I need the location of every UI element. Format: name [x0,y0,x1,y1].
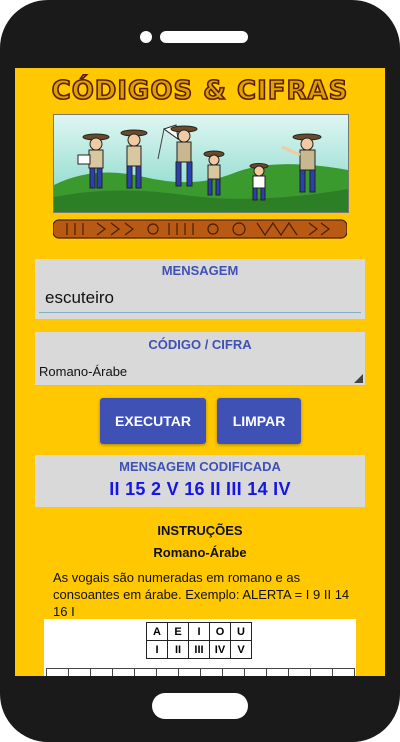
camera-dot [140,31,152,43]
code-panel: CÓDIGO / CIFRA Romano-Árabe [35,332,365,386]
code-select-value: Romano-Árabe [39,364,128,379]
result-panel: MENSAGEM CODIFICADA II 15 2 V 16 II III … [35,455,365,507]
roman-cell: III [188,640,210,659]
instructions-text: As vogais são numeradas em romano e as c… [53,570,350,619]
speaker-grille [160,31,248,43]
vowel-cell: I [188,622,210,641]
code-select[interactable]: Romano-Árabe [35,358,365,386]
banner-image [53,114,349,213]
execute-button[interactable]: EXECUTAR [100,398,206,444]
phone-frame: CÓDIGOS & CIFRAS MENSAGEM escuteiro CÓDI… [0,0,400,742]
message-panel: MENSAGEM [35,259,365,319]
app-title: CÓDIGOS & CIFRAS [51,75,349,107]
code-label: CÓDIGO / CIFRA [148,337,252,352]
vowel-cell: E [167,622,189,641]
result-label: MENSAGEM CODIFICADA [119,459,281,474]
vowel-cell: A [146,622,168,641]
message-label: MENSAGEM [161,263,239,278]
home-button[interactable] [152,693,248,719]
consonant-table-partial [46,668,355,676]
roman-cell: II [167,640,189,659]
instructions-subtitle: Romano-Árabe [153,545,247,560]
roman-cell: IV [209,640,231,659]
message-input[interactable] [39,283,361,313]
roman-cell: I [146,640,168,659]
clear-button[interactable]: LIMPAR [217,398,301,444]
instructions-title: INSTRUÇÕES [157,523,243,538]
totem-image [53,219,347,239]
vowel-cell: O [209,622,231,641]
cipher-table-area: A E I O U I II III IV V [44,619,356,676]
app-screen: CÓDIGOS & CIFRAS MENSAGEM escuteiro CÓDI… [15,68,385,676]
roman-cell: V [230,640,252,659]
encoded-message: II 15 2 V 16 II III 14 IV [109,479,291,499]
dropdown-arrow-icon [354,374,363,383]
vowel-cell: U [230,622,252,641]
vowel-table: A E I O U I II III IV V [146,622,252,659]
